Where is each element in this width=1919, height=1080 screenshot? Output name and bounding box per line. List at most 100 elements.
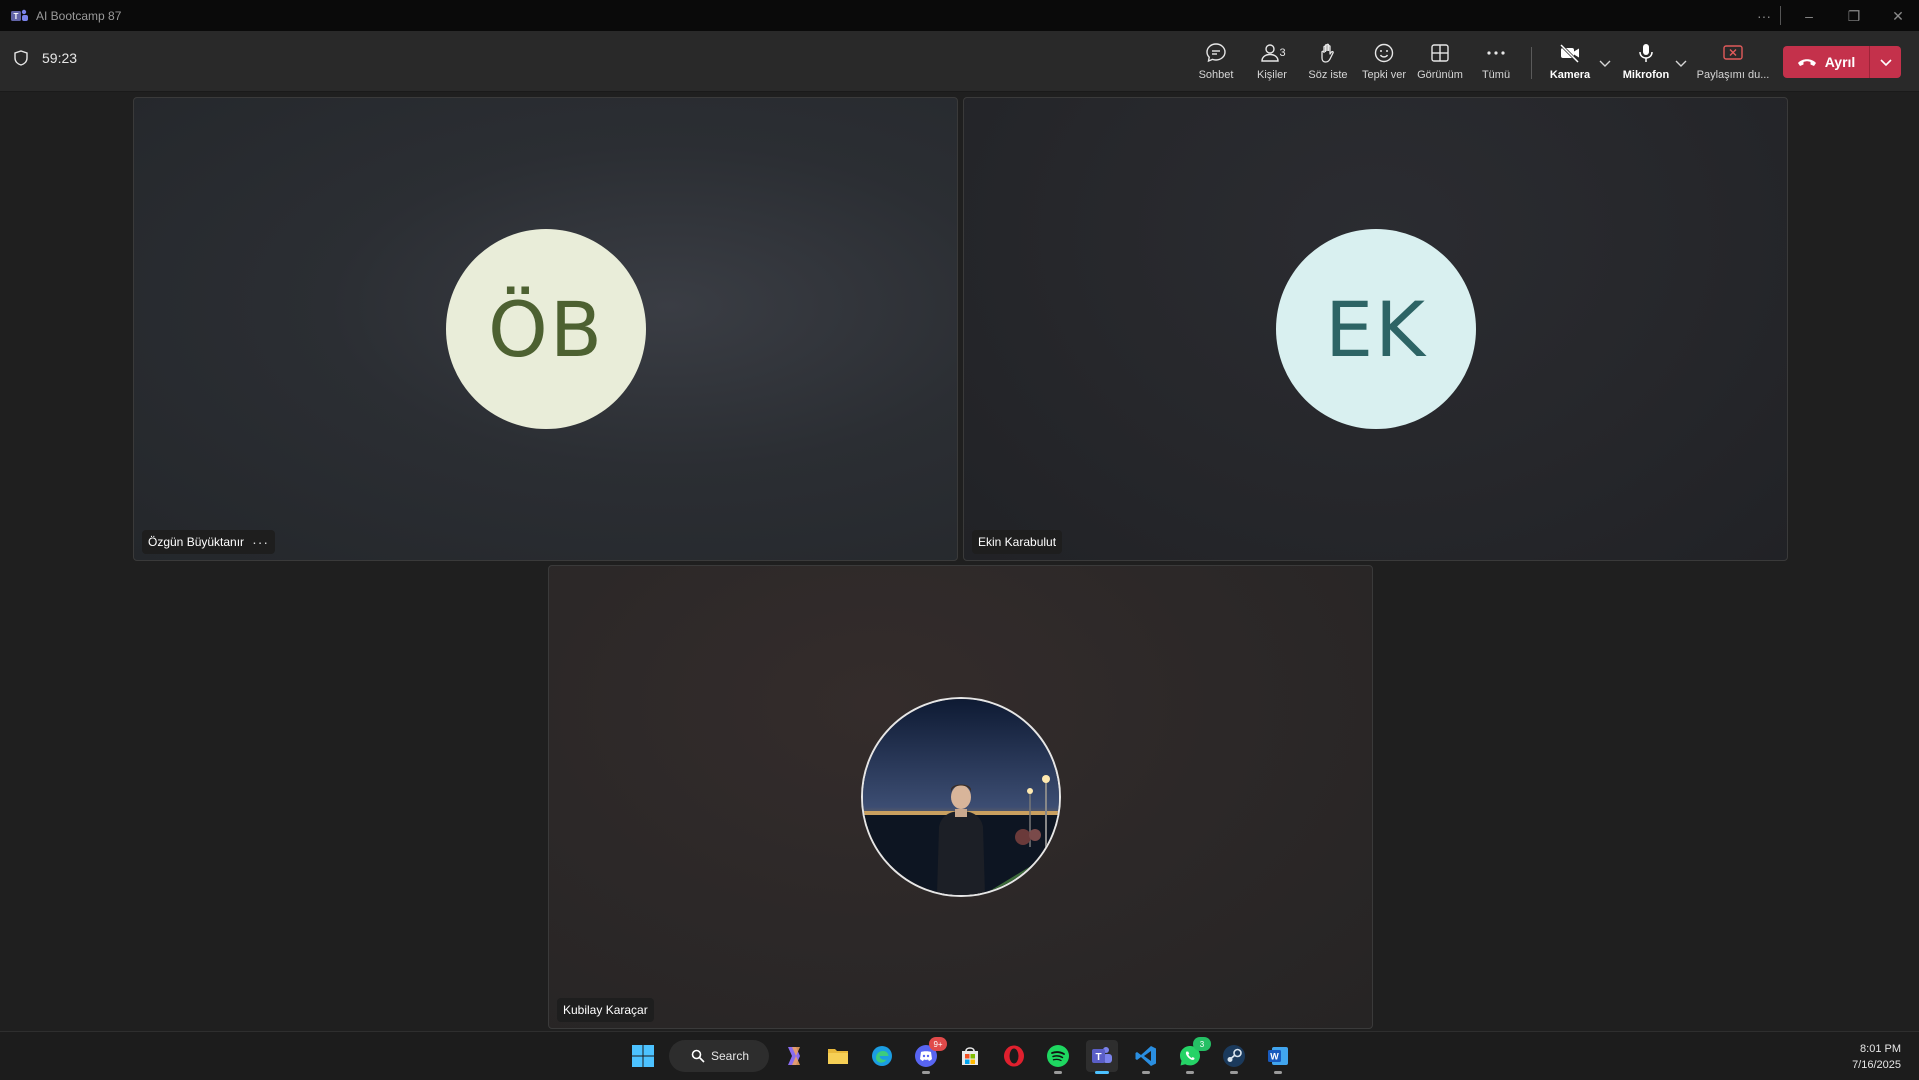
opera-icon [1004, 1045, 1024, 1067]
react-button[interactable]: Tepki ver [1356, 41, 1412, 87]
running-indicator [1054, 1071, 1062, 1074]
leave-button[interactable]: Ayrıl [1783, 46, 1869, 78]
chevron-down-icon [1879, 59, 1892, 67]
hang-up-icon [1797, 59, 1816, 66]
leave-button-group: Ayrıl [1783, 46, 1901, 78]
leave-label: Ayrıl [1824, 54, 1856, 70]
clock-time: 8:01 PM [1860, 1043, 1901, 1055]
avatar-initials: ÖB [488, 284, 604, 374]
search-label: Search [711, 1049, 750, 1063]
running-indicator [1186, 1071, 1194, 1074]
running-indicator [1274, 1071, 1282, 1074]
clock-date: 7/16/2025 [1852, 1059, 1901, 1071]
svg-text:T: T [1095, 1052, 1101, 1063]
minimize-button[interactable]: – [1797, 4, 1821, 28]
leave-options-button[interactable] [1870, 46, 1901, 78]
toolbar-divider [1531, 47, 1532, 79]
taskbar-microsoft-store[interactable] [954, 1040, 986, 1072]
whatsapp-notification-badge: 3 [1193, 1037, 1211, 1051]
participant-tile[interactable]: ÖB Özgün Büyüktanır ··· [133, 97, 958, 561]
taskbar-word[interactable]: W [1262, 1040, 1294, 1074]
more-button[interactable]: Tümü [1468, 41, 1524, 87]
stop-share-icon [1723, 45, 1743, 60]
window-title: AI Bootcamp 87 [36, 9, 122, 23]
view-button[interactable]: Görünüm [1412, 41, 1468, 87]
spotify-icon [1047, 1045, 1069, 1067]
microphone-button[interactable]: Mikrofon [1618, 41, 1674, 87]
svg-text:T: T [14, 12, 19, 21]
raise-hand-label: Söz iste [1308, 69, 1348, 81]
avatar-initials: EK [1325, 284, 1427, 374]
participant-more-options-icon[interactable]: ··· [252, 534, 269, 550]
steam-icon [1223, 1045, 1245, 1067]
teams-app-icon: T [11, 9, 28, 21]
taskbar-spotify[interactable] [1042, 1040, 1074, 1074]
participant-name: Özgün Büyüktanır [148, 535, 245, 549]
chat-label: Sohbet [1198, 69, 1234, 81]
windows-start-icon [632, 1045, 654, 1067]
shield-icon [14, 50, 28, 66]
store-icon [962, 1047, 978, 1065]
microphone-label: Mikrofon [1622, 69, 1670, 81]
edge-browser-icon [872, 1046, 892, 1066]
profile-photo [863, 699, 1059, 895]
chat-button[interactable]: Sohbet [1188, 41, 1244, 87]
camera-off-icon [1559, 43, 1580, 64]
vscode-icon [1135, 1046, 1156, 1066]
meeting-toolbar: 59:23 Sohbet 3 Kişiler Söz iste Tepki ve… [0, 31, 1919, 92]
taskbar-opera[interactable] [998, 1040, 1030, 1072]
close-button[interactable]: ✕ [1886, 4, 1910, 28]
running-indicator [1142, 1071, 1150, 1074]
more-options-icon[interactable]: ··· [1752, 4, 1776, 28]
raise-hand-icon [1321, 43, 1334, 63]
meeting-timer: 59:23 [14, 50, 77, 66]
taskbar-teams[interactable]: T [1086, 1040, 1118, 1074]
avatar: ÖB [446, 229, 646, 429]
windows-taskbar: Search 9+ T 3 W 8:01 PM 7/16/2025 [0, 1031, 1919, 1080]
smiley-icon [1374, 43, 1394, 63]
discord-notification-badge: 9+ [929, 1037, 947, 1051]
taskbar-copilot[interactable] [778, 1040, 810, 1072]
taskbar-vscode[interactable] [1130, 1040, 1162, 1074]
running-indicator [922, 1071, 930, 1074]
chat-icon [1206, 43, 1226, 63]
camera-options-chevron-icon[interactable] [1597, 55, 1613, 71]
microphone-options-chevron-icon[interactable] [1673, 55, 1689, 71]
restore-button[interactable]: ❐ [1842, 4, 1866, 28]
participant-name-tag: Kubilay Karaçar [557, 998, 654, 1022]
folder-icon [828, 1049, 848, 1064]
system-clock[interactable]: 8:01 PM 7/16/2025 [1852, 1041, 1901, 1073]
participant-name-tag: Özgün Büyüktanır ··· [142, 530, 276, 554]
participant-tile[interactable]: Kubilay Karaçar [548, 565, 1373, 1029]
participant-name: Kubilay Karaçar [563, 1003, 648, 1017]
people-count: 3 [1279, 47, 1286, 59]
taskbar-edge[interactable] [866, 1040, 898, 1072]
camera-button[interactable]: Kamera [1542, 41, 1598, 87]
start-button[interactable] [627, 1040, 659, 1072]
taskbar-search-box[interactable]: Search [669, 1040, 769, 1072]
microphone-icon [1639, 44, 1653, 62]
stop-sharing-button[interactable]: Paylaşımı du... [1693, 41, 1773, 87]
titlebar-divider [1780, 6, 1781, 25]
taskbar-whatsapp[interactable]: 3 [1174, 1037, 1211, 1074]
timer-text: 59:23 [42, 50, 78, 66]
taskbar-discord[interactable]: 9+ [910, 1037, 947, 1074]
people-button[interactable]: 3 Kişiler [1244, 41, 1300, 87]
copilot-icon [788, 1047, 800, 1065]
camera-label: Kamera [1549, 69, 1591, 81]
more-label: Tümü [1481, 69, 1511, 81]
running-indicator [1230, 1071, 1238, 1074]
svg-text:W: W [1270, 1052, 1279, 1062]
taskbar-steam[interactable] [1218, 1040, 1250, 1074]
grid-view-icon [1431, 44, 1449, 62]
react-label: Tepki ver [1361, 69, 1407, 81]
view-label: Görünüm [1417, 69, 1463, 81]
teams-icon: T [1092, 1047, 1112, 1063]
raise-hand-button[interactable]: Söz iste [1300, 41, 1356, 87]
participant-name-tag: Ekin Karabulut [972, 530, 1063, 554]
taskbar-file-explorer[interactable] [822, 1040, 854, 1072]
participant-tile[interactable]: EK Ekin Karabulut [963, 97, 1788, 561]
ellipsis-icon [1487, 51, 1505, 55]
participant-name: Ekin Karabulut [978, 535, 1057, 549]
stop-sharing-label: Paylaşımı du... [1696, 69, 1770, 81]
